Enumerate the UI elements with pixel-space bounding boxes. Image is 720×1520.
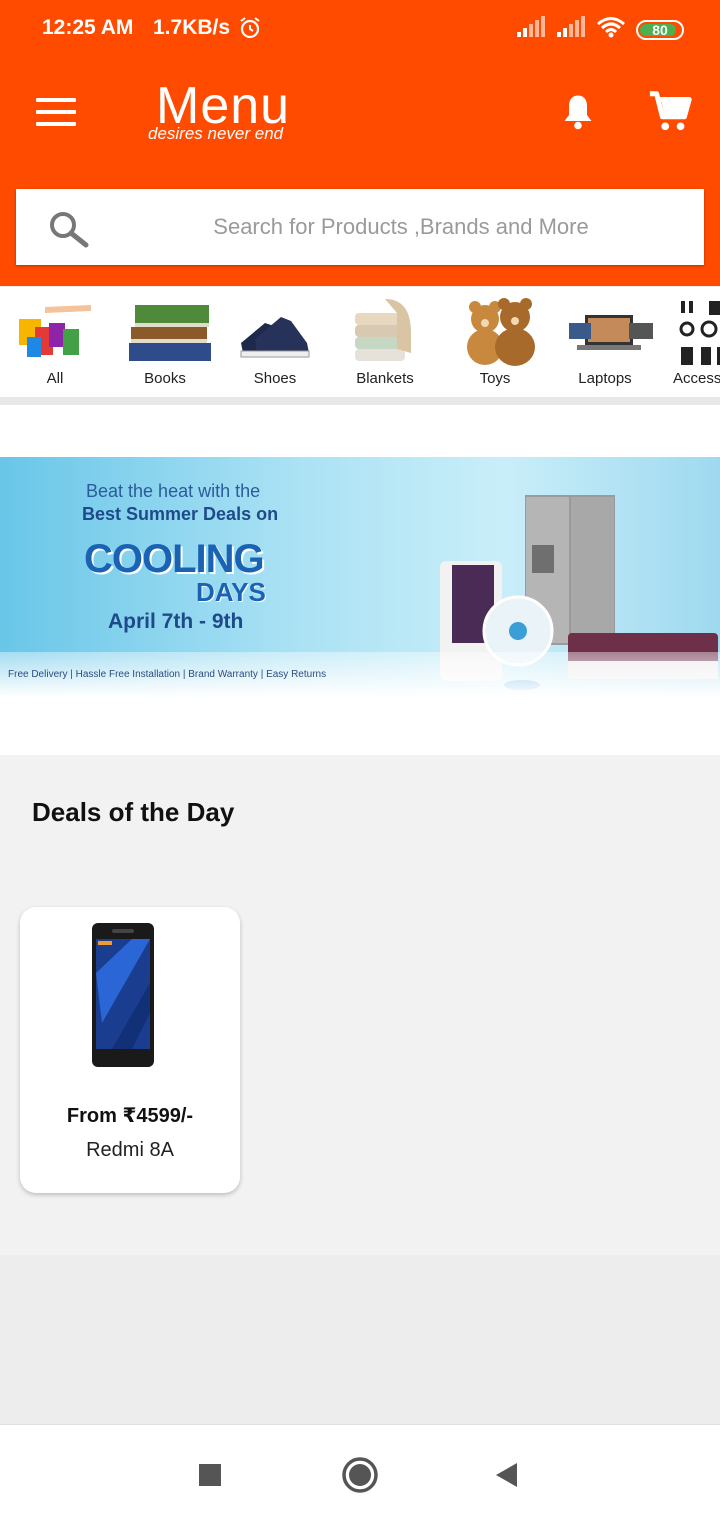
- deal-price: From ₹4599/-: [66, 1105, 194, 1127]
- wifi-icon: [596, 16, 626, 43]
- category-label: Shoes: [253, 370, 297, 387]
- teddy-bear-icon: [455, 293, 535, 369]
- deals-title: Deals of the Day: [32, 797, 235, 827]
- books-icon: [125, 293, 211, 369]
- status-bar: 12:25 AM 1.7KB/s 80: [0, 0, 720, 62]
- category-books[interactable]: Books: [110, 287, 220, 397]
- search-icon: [46, 209, 90, 254]
- signal-icon: [516, 16, 546, 43]
- laptop-icon: [565, 293, 653, 369]
- system-nav-bar: [0, 1424, 720, 1520]
- category-shoes[interactable]: Shoes: [220, 287, 330, 397]
- search-section: [0, 166, 720, 286]
- blankets-icon: [345, 293, 425, 369]
- category-label: Laptops: [578, 370, 632, 387]
- category-label: All: [46, 370, 64, 387]
- category-all[interactable]: All: [0, 287, 110, 397]
- divider: [0, 397, 720, 405]
- category-blankets[interactable]: Blankets: [330, 287, 440, 397]
- status-speed: 1.7KB/s: [153, 16, 231, 39]
- accessories-icon: [666, 293, 720, 369]
- deals-section: Deals of the Day From ₹4599/- Redmi 8A: [0, 755, 720, 1255]
- promo-banner[interactable]: Beat the heat with the Best Summer Deals…: [0, 457, 720, 697]
- category-label: Books: [144, 370, 186, 387]
- category-laptops[interactable]: Laptops: [550, 287, 660, 397]
- notification-bell-icon[interactable]: [560, 92, 596, 137]
- banner-footer: Free Delivery | Hassle Free Installation…: [8, 669, 327, 680]
- category-label: Blankets: [356, 370, 414, 387]
- banner-dates: April 7th - 9th: [108, 610, 244, 633]
- alarm-icon: [238, 16, 262, 45]
- search-bar[interactable]: [16, 189, 704, 265]
- signal-icon-2: [556, 16, 586, 43]
- category-label: Toys: [479, 370, 511, 387]
- banner-line1: Beat the heat with the: [86, 481, 261, 501]
- banner-headline-2: DAYS: [196, 577, 266, 607]
- battery-indicator: 80: [636, 19, 684, 40]
- shopping-bags-icon: [15, 293, 95, 369]
- cart-icon[interactable]: [648, 88, 694, 139]
- banner-headline: COOLING: [84, 537, 265, 581]
- search-input[interactable]: [116, 189, 686, 265]
- category-strip: All Books Shoes Blankets Toys Laptops Ac…: [0, 287, 720, 397]
- app-logo: Menu desires never end: [148, 76, 318, 146]
- menu-icon[interactable]: [36, 98, 76, 126]
- battery-level: 80: [652, 21, 668, 38]
- status-time: 12:25 AM: [42, 16, 134, 39]
- back-button[interactable]: [484, 1453, 528, 1497]
- shoes-icon: [235, 293, 315, 369]
- category-label: Accessories: [673, 370, 720, 387]
- recent-apps-button[interactable]: [188, 1453, 232, 1497]
- phone-image: [92, 923, 154, 1067]
- category-toys[interactable]: Toys: [440, 287, 550, 397]
- home-button[interactable]: [338, 1453, 382, 1497]
- app-bar: Menu desires never end: [0, 62, 720, 166]
- banner-line2: Best Summer Deals on: [82, 504, 279, 524]
- deal-product-name: Redmi 8A: [86, 1139, 174, 1161]
- logo-tagline: desires never end: [148, 124, 284, 143]
- category-accessories[interactable]: Accessories: [660, 287, 720, 397]
- deal-card[interactable]: From ₹4599/- Redmi 8A: [20, 907, 240, 1193]
